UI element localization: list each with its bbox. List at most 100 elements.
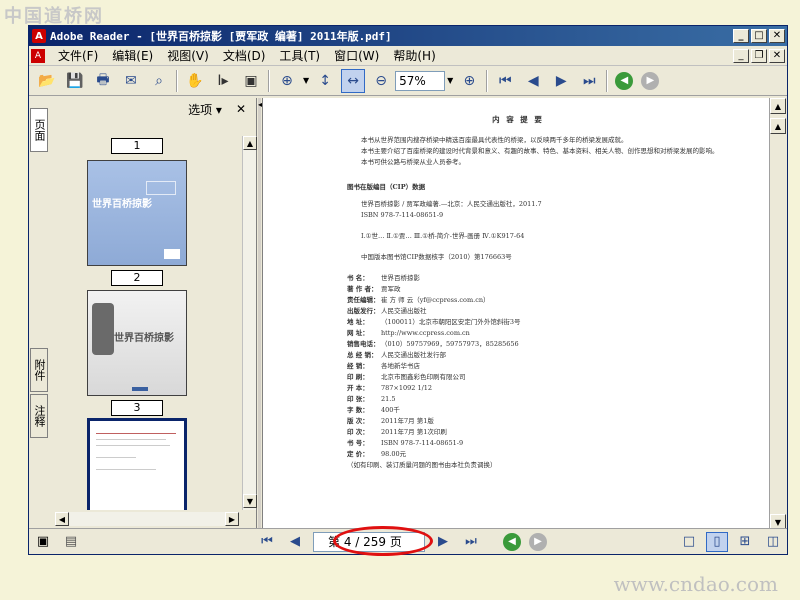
menu-file[interactable]: 文件(F) bbox=[51, 47, 105, 64]
detail-row: 印 刷： 北京市图鑫彩色印刷有限公司 bbox=[347, 373, 466, 381]
book-cover-image: 世界百桥掠影 bbox=[87, 160, 187, 266]
menu-edit[interactable]: 编辑(E) bbox=[105, 47, 160, 64]
monitor-icon[interactable]: ▣ bbox=[32, 532, 54, 552]
thumbnail-label: 3 bbox=[111, 400, 163, 416]
doc-close-button[interactable]: ✕ bbox=[769, 48, 785, 63]
scroll-down-icon[interactable]: ▼ bbox=[243, 494, 257, 508]
page-layout-icon[interactable]: ▤ bbox=[60, 532, 82, 552]
zoom-in-icon[interactable]: ⊕ bbox=[457, 69, 481, 93]
tab-attachments[interactable]: 附件 bbox=[30, 348, 48, 392]
detail-row: 地 址： （100011）北京市朝阳区安定门外外馆斜街3号 bbox=[347, 318, 521, 326]
minimize-button[interactable]: _ bbox=[733, 29, 749, 43]
hand-tool-icon[interactable]: ✋ bbox=[183, 69, 207, 93]
title-bar: A Adobe Reader - [世界百桥掠影 [贾军政 编著] 2011年版… bbox=[29, 26, 787, 46]
previous-page-icon[interactable]: ◀ bbox=[284, 532, 306, 552]
menu-tools[interactable]: 工具(T) bbox=[272, 47, 327, 64]
thumbnail-label: 2 bbox=[111, 270, 163, 286]
intro-para-1: 本书从世界范围内搜存桥梁中精选百座最具代表性的桥梁，以反映两千多年的桥梁发展成就… bbox=[361, 136, 628, 144]
menu-window[interactable]: 窗口(W) bbox=[327, 47, 386, 64]
sculpture-image bbox=[92, 303, 114, 355]
status-bar: ▣ ▤ ⏮ ◀ 第 4 / 259 页 ▶ ⏭ ◀ ▶ □ ▯ ⊞ ◫ bbox=[29, 526, 787, 556]
select-text-icon[interactable]: Ⅰ▸ bbox=[211, 69, 235, 93]
doc-restore-button[interactable]: ❐ bbox=[751, 48, 767, 63]
title-page-image: 世界百桥掠影 bbox=[87, 290, 187, 396]
tab-comments[interactable]: 注释 bbox=[30, 394, 48, 438]
menu-help[interactable]: 帮助(H) bbox=[386, 47, 442, 64]
go-back-icon[interactable]: ◀ bbox=[503, 532, 521, 551]
next-page-icon[interactable]: ▶ bbox=[432, 532, 454, 552]
detail-row: 字 数： 400千 bbox=[347, 406, 400, 414]
document-scrollbar[interactable]: ▲ ▲ ▼ bbox=[769, 98, 787, 530]
thumbnail-hscrollbar[interactable]: ◀ ▶ bbox=[55, 512, 239, 526]
intro-para-3: 本书可供公路与桥梁从业人员参考。 bbox=[361, 158, 465, 166]
page-heading: 内 容 提 要 bbox=[492, 115, 544, 124]
detail-row: 版 次： 2011年7月 第1版 bbox=[347, 417, 434, 425]
search-binoculars-icon[interactable]: ⌕ bbox=[147, 69, 171, 93]
pdf-page: 内 容 提 要 本书从世界范围内搜存桥梁中精选百座最具代表性的桥梁，以反映两千多… bbox=[273, 100, 763, 528]
adobe-reader-window: A Adobe Reader - [世界百桥掠影 [贾军政 编著] 2011年版… bbox=[28, 25, 788, 556]
zoom-dropdown-icon[interactable]: ▼ bbox=[447, 76, 453, 85]
zoom-level-input[interactable]: 57% bbox=[395, 70, 446, 91]
thumbnail-page-2[interactable]: 世界百桥掠影 2 bbox=[87, 160, 187, 286]
doc-minimize-button[interactable]: _ bbox=[733, 48, 749, 63]
scroll-up-icon[interactable]: ▲ bbox=[243, 136, 257, 150]
menu-document[interactable]: 文档(D) bbox=[216, 47, 273, 64]
snapshot-camera-icon[interactable]: ▣ bbox=[239, 69, 263, 93]
zoom-out-icon[interactable]: ⊖ bbox=[369, 69, 393, 93]
print-icon[interactable]: 🖶 bbox=[91, 69, 115, 93]
tab-pages[interactable]: 页面 bbox=[30, 108, 48, 152]
toolbar: 📂 💾 🖶 ✉ ⌕ ✋ Ⅰ▸ ▣ ⊕ ▼ ↕ ↔ ⊖ 57% ▼ ⊕ ⏮ ◀ ▶… bbox=[29, 66, 787, 96]
open-folder-icon[interactable]: 📂 bbox=[35, 69, 59, 93]
cip-line-2: ISBN 978-7-114-08651-9 bbox=[361, 211, 444, 219]
title-page-text: 世界百桥掠影 bbox=[114, 333, 174, 344]
detail-row: 经 销： 各地新华书店 bbox=[347, 362, 420, 370]
thumbnail-list: 1 世界百桥掠影 2 世界百桥掠影 3 bbox=[55, 138, 239, 510]
cover-title: 世界百桥掠影 bbox=[92, 199, 152, 210]
options-menu[interactable]: 选项 ▾ bbox=[188, 101, 222, 118]
save-icon[interactable]: 💾 bbox=[63, 69, 87, 93]
cip-line-1: 世界百桥掠影 / 贾军政编著.—北京：人民交通出版社，2011.7 bbox=[361, 200, 542, 208]
intro-para-2: 本书主要介绍了百座桥梁的建设时代背景和意义、有趣的故事、特色、基本资料、相关人物… bbox=[361, 147, 719, 155]
close-panel-icon[interactable]: ✕ bbox=[236, 102, 246, 116]
facing-view-icon[interactable]: ⊞ bbox=[734, 532, 756, 552]
fit-width-icon[interactable]: ↔ bbox=[341, 68, 366, 93]
detail-row: 开 本： 787×1092 1/12 bbox=[347, 384, 433, 392]
panel-splitter[interactable]: ◀ bbox=[258, 98, 264, 530]
pdf-document-icon[interactable]: A bbox=[31, 48, 45, 63]
detail-row: 总 经 销： 人民交通出版社发行部 bbox=[347, 351, 446, 359]
next-page-icon[interactable]: ▶ bbox=[549, 69, 573, 93]
single-page-view-icon[interactable]: □ bbox=[678, 532, 700, 552]
watermark-bottom: www.cndao.com bbox=[613, 572, 778, 596]
pages-panel: 选项 ▾ ✕ 1 世界百桥掠影 2 世界百桥掠影 3 ▲ ▼ ◀ ▶ bbox=[51, 98, 257, 530]
email-icon[interactable]: ✉ bbox=[119, 69, 143, 93]
previous-page-icon[interactable]: ◀ bbox=[521, 69, 545, 93]
first-page-icon[interactable]: ⏮ bbox=[493, 69, 517, 93]
scroll-up-icon[interactable]: ▲ bbox=[770, 118, 786, 134]
thumbnail-page-4[interactable] bbox=[87, 418, 187, 510]
scroll-right-icon[interactable]: ▶ bbox=[225, 512, 239, 526]
continuous-facing-view-icon[interactable]: ◫ bbox=[762, 532, 784, 552]
scroll-to-top-icon[interactable]: ▲ bbox=[770, 98, 786, 114]
scroll-left-icon[interactable]: ◀ bbox=[55, 512, 69, 526]
first-page-icon[interactable]: ⏮ bbox=[256, 532, 278, 552]
go-forward-icon[interactable]: ▶ bbox=[641, 71, 660, 90]
detail-row: 印 次： 2011年7月 第1次印刷 bbox=[347, 428, 447, 436]
continuous-view-icon[interactable]: ▯ bbox=[706, 531, 728, 552]
page-number-annotation bbox=[333, 526, 433, 556]
last-page-icon[interactable]: ⏭ bbox=[577, 69, 601, 93]
thumbnail-label: 1 bbox=[111, 138, 163, 154]
zoom-in-tool-icon[interactable]: ⊕ bbox=[275, 69, 299, 93]
close-window-button[interactable]: ✕ bbox=[769, 29, 785, 43]
actual-size-icon[interactable]: ↕ bbox=[313, 69, 337, 93]
thumbnail-scrollbar[interactable]: ▲ ▼ bbox=[242, 136, 257, 510]
thumbnail-page-3[interactable]: 世界百桥掠影 3 bbox=[87, 290, 187, 416]
go-back-icon[interactable]: ◀ bbox=[615, 71, 634, 90]
thumbnail-page-1[interactable]: 1 bbox=[87, 138, 187, 154]
detail-row: 网 址： http://www.ccpress.com.cn bbox=[347, 329, 470, 337]
menu-bar: A 文件(F) 编辑(E) 视图(V) 文档(D) 工具(T) 窗口(W) 帮助… bbox=[29, 46, 787, 66]
maximize-button[interactable]: □ bbox=[751, 29, 767, 43]
zoom-tool-dropdown-icon[interactable]: ▼ bbox=[303, 76, 309, 85]
go-forward-icon[interactable]: ▶ bbox=[529, 532, 547, 551]
menu-view[interactable]: 视图(V) bbox=[160, 47, 216, 64]
last-page-icon[interactable]: ⏭ bbox=[460, 532, 482, 552]
